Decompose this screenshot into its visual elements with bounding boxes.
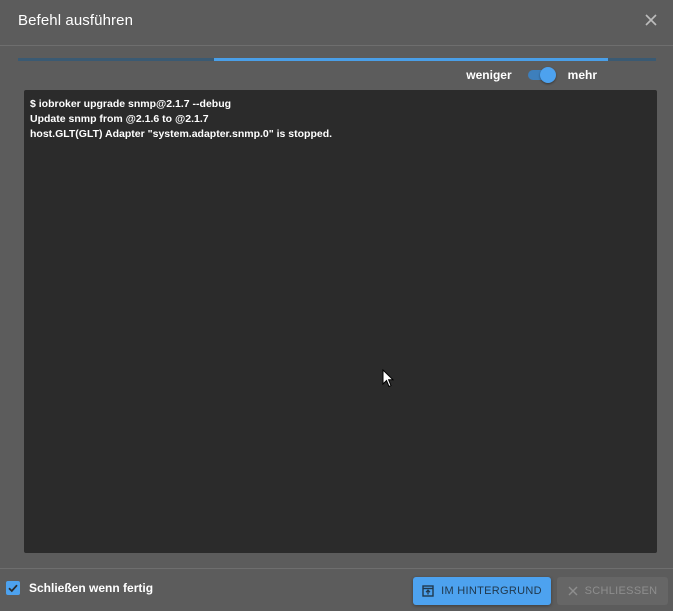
- console-line: Update snmp from @2.1.6 to @2.1.7: [30, 113, 209, 125]
- toggle-label-more[interactable]: mehr: [568, 68, 597, 82]
- progress-bar: [213, 58, 609, 61]
- open-in-new-icon: [422, 585, 434, 597]
- close-when-done-checkbox[interactable]: Schließen wenn fertig: [6, 581, 153, 595]
- run-in-background-button[interactable]: IM HINTERGRUND: [413, 577, 551, 605]
- mouse-pointer-icon: [382, 369, 394, 388]
- dialog-title: Befehl ausführen: [18, 12, 134, 29]
- console-line: $ iobroker upgrade snmp@2.1.7 --debug: [30, 98, 232, 110]
- background-button-label: IM HINTERGRUND: [441, 585, 542, 597]
- progress-track: [18, 58, 656, 61]
- close-icon[interactable]: [643, 12, 659, 28]
- close-button[interactable]: SCHLIESSEN: [557, 577, 668, 605]
- close-icon: [568, 586, 578, 596]
- close-button-label: SCHLIESSEN: [584, 585, 658, 597]
- dialog-header: Befehl ausführen: [0, 0, 673, 46]
- console-output[interactable]: $ iobroker upgrade snmp@2.1.7 --debug Up…: [24, 90, 657, 553]
- toggle-label-less[interactable]: weniger: [466, 68, 511, 82]
- checkbox-label: Schließen wenn fertig: [29, 581, 154, 595]
- command-dialog: Befehl ausführen weniger mehr $ iobroker…: [0, 0, 673, 611]
- switch-thumb[interactable]: [539, 67, 556, 83]
- console-line: host.GLT(GLT) Adapter "system.adapter.sn…: [30, 128, 333, 140]
- output-detail-toggle-row: weniger mehr: [466, 66, 597, 84]
- checkbox-checked-icon[interactable]: [6, 581, 20, 595]
- detail-switch[interactable]: [526, 66, 556, 84]
- dialog-footer: Schließen wenn fertig IM HINTERGRUND SCH…: [0, 568, 673, 611]
